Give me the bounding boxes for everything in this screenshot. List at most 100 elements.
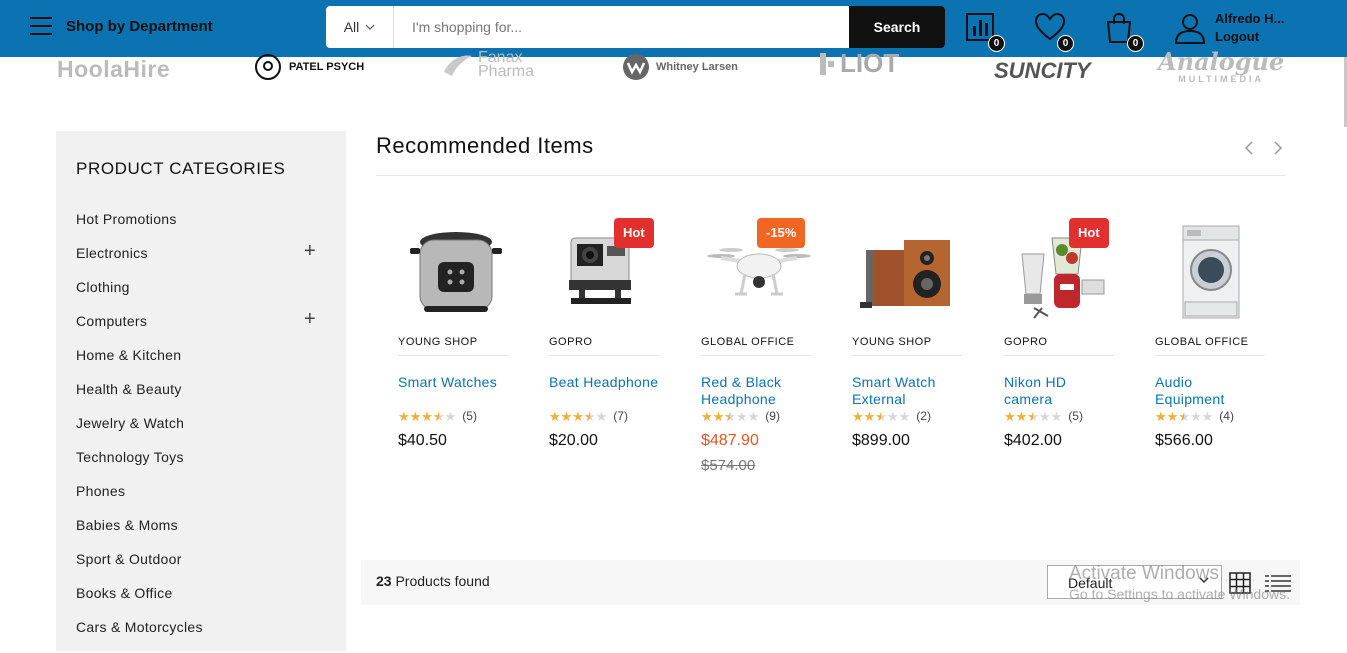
product-price: $40.50 [398, 432, 447, 449]
expand-plus-icon[interactable]: + [304, 309, 316, 329]
star-rating-icon: ★★★★★★★★★★ [1004, 408, 1063, 424]
category-label: Technology Toys [76, 449, 184, 465]
star-rating-icon: ★★★★★★★★★★ [398, 408, 457, 424]
brand-logo-patel-psych[interactable]: PATEL PSYCH [253, 52, 364, 82]
patel-psych-text: PATEL PSYCH [289, 61, 365, 73]
category-label: Sport & Outdoor [76, 551, 182, 567]
category-label: Health & Beauty [76, 381, 182, 397]
rice-cooker-image[interactable] [398, 210, 518, 330]
search-input[interactable] [394, 6, 849, 48]
category-item[interactable]: Babies & Moms [76, 517, 326, 551]
results-toolbar: 23 Products found Default [361, 560, 1300, 605]
category-item[interactable]: Clothing [76, 279, 326, 313]
category-label: Home & Kitchen [76, 347, 182, 363]
category-item[interactable]: Electronics + [76, 241, 326, 279]
product-categories-sidebar: PRODUCT CATEGORIES Hot Promotions Electr… [56, 131, 346, 651]
grid-view-icon[interactable] [1229, 572, 1251, 594]
shop-by-department-link[interactable]: Shop by Department [66, 18, 213, 35]
star-rating-icon: ★★★★★★★★★★ [1155, 408, 1214, 424]
fanax-logo-icon [444, 55, 472, 76]
recommended-title: Recommended Items [376, 133, 594, 158]
product-name[interactable]: Nikon HD camera [1004, 374, 1114, 408]
brand-logo-suncity[interactable]: SUNCITY [994, 58, 1091, 84]
product-sale-price: $487.90 [701, 432, 759, 449]
sidebar-title: PRODUCT CATEGORIES [76, 159, 286, 178]
cart-button[interactable]: 0 [1104, 12, 1144, 52]
brand-logo-fanax-pharma[interactable]: Fanax Pharma [442, 50, 538, 80]
product-name[interactable]: Beat Headphone [549, 374, 659, 391]
brand-logo-hoolahire[interactable]: HoolaHire [57, 56, 170, 83]
liot-logo-icon [820, 52, 834, 75]
compare-button[interactable]: 0 [965, 12, 1005, 52]
review-count: (5) [462, 409, 477, 423]
hot-badge: Hot [1069, 218, 1109, 248]
product-price: $899.00 [852, 432, 910, 449]
list-view-icon[interactable] [1265, 572, 1291, 594]
logout-link[interactable]: Logout [1215, 29, 1259, 44]
user-icon[interactable] [1174, 12, 1206, 44]
category-item[interactable]: Sport & Outdoor [76, 551, 326, 585]
product-vendor[interactable]: YOUNG SHOP [852, 336, 962, 356]
brand-logo-analogue[interactable]: Analogue MULTIMEDIA [1158, 50, 1284, 85]
expand-plus-icon[interactable]: + [304, 241, 316, 261]
whitney-larsen-text: Whitney Larsen [656, 61, 738, 73]
sort-value: Default [1068, 575, 1113, 591]
category-item[interactable]: Jewelry & Watch [76, 415, 326, 449]
brand-logo-liot[interactable]: LIOT [820, 48, 899, 79]
chevron-right-icon[interactable] [1272, 140, 1284, 156]
results-count: 23 Products found [376, 573, 490, 589]
whitney-logo-icon [623, 54, 649, 80]
wishlist-button[interactable]: 0 [1034, 12, 1074, 52]
product-vendor[interactable]: GOPRO [1004, 336, 1114, 356]
category-list: Hot Promotions Electronics + Clothing Com… [76, 211, 326, 653]
product-vendor[interactable]: GOPRO [549, 336, 659, 356]
product-name[interactable]: Audio Equipment [1155, 374, 1265, 408]
category-item[interactable]: Hot Promotions [76, 211, 326, 245]
chevron-left-icon[interactable] [1243, 140, 1255, 156]
stars-filled: ★★★★★ [852, 409, 881, 423]
brand-logo-strip: HoolaHire PATEL PSYCH Fanax Pharma Whitn… [0, 48, 1347, 98]
search-category-select[interactable]: All [326, 6, 394, 48]
category-item[interactable]: Books & Office [76, 585, 326, 619]
chevron-down-icon [365, 24, 375, 30]
speakers-image[interactable] [852, 210, 972, 330]
product-vendor[interactable]: GLOBAL OFFICE [701, 336, 811, 356]
product-name[interactable]: Red & Black Headphone [701, 374, 811, 408]
category-item[interactable]: Home & Kitchen [76, 347, 326, 381]
star-rating-icon: ★★★★★★★★★★ [549, 408, 608, 424]
category-item[interactable]: Computers + [76, 309, 326, 347]
stars-filled: ★★★★★ [1155, 409, 1184, 423]
review-count: (4) [1219, 409, 1234, 423]
brand-logo-whitney-larsen[interactable]: Whitney Larsen [622, 53, 738, 81]
stars-filled: ★★★★★ [701, 409, 730, 423]
product-rating: ★★★★★★★★★★ (7) [549, 409, 628, 423]
search-category-value: All [343, 19, 360, 35]
category-item[interactable]: Health & Beauty [76, 381, 326, 415]
liot-text: LIOT [840, 48, 900, 78]
review-count: (5) [1068, 409, 1083, 423]
category-label: Jewelry & Watch [76, 415, 185, 431]
product-rating: ★★★★★★★★★★ (9) [701, 409, 780, 423]
category-item[interactable]: Phones [76, 483, 326, 517]
stars-filled: ★★★★★ [549, 409, 590, 423]
product-name[interactable]: Smart Watch External [852, 374, 962, 408]
product-price: $566.00 [1155, 432, 1213, 449]
product-name[interactable]: Smart Watches [398, 374, 508, 391]
results-number: 23 [376, 573, 392, 589]
user-name[interactable]: Alfredo H... [1215, 11, 1284, 26]
washing-machine-image[interactable] [1155, 210, 1275, 330]
review-count: (2) [916, 409, 931, 423]
product-vendor[interactable]: YOUNG SHOP [398, 336, 508, 356]
category-item[interactable]: Cars & Motorcycles [76, 619, 326, 653]
stars-filled: ★★★★★ [398, 409, 439, 423]
product-vendor[interactable]: GLOBAL OFFICE [1155, 336, 1265, 356]
review-count: (9) [765, 409, 780, 423]
search-button[interactable]: Search [849, 6, 945, 48]
hamburger-menu-icon[interactable] [30, 17, 52, 37]
category-item[interactable]: Technology Toys [76, 449, 326, 483]
product-price: $402.00 [1004, 432, 1062, 449]
star-rating-icon: ★★★★★★★★★★ [701, 408, 760, 424]
sort-select[interactable]: Default [1047, 565, 1222, 599]
category-label: Books & Office [76, 585, 173, 601]
discount-badge: -15% [757, 218, 806, 248]
